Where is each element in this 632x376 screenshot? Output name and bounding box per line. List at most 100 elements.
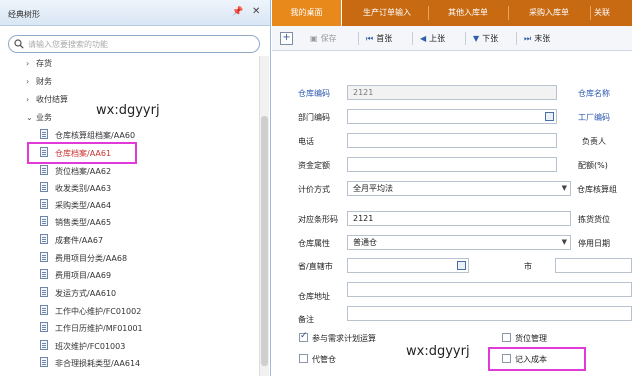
chevron-right-icon: › xyxy=(26,59,30,68)
tree-item-aa62[interactable]: 货位档案/AA62 xyxy=(40,164,111,180)
document-icon xyxy=(40,234,48,244)
barcode-field[interactable]: 2121 xyxy=(347,211,571,226)
document-icon xyxy=(40,216,48,226)
warehouse-code-field[interactable]: 2121 xyxy=(347,85,557,100)
tree-group-business[interactable]: ⌄ 业务 xyxy=(26,110,52,125)
last-icon: ⏭ xyxy=(524,34,532,43)
tab-production-order[interactable]: 生产订单输入 xyxy=(348,0,426,26)
toolbar-divider xyxy=(516,32,517,45)
next-icon: ▼ xyxy=(473,34,480,43)
capital-quota-field[interactable] xyxy=(347,157,557,172)
proxy-warehouse-label: 代管仓 xyxy=(312,355,336,364)
tab-my-desktop[interactable]: 我的桌面 xyxy=(272,0,342,26)
tab-related[interactable]: 关联 xyxy=(594,0,630,26)
tree-item-label: 非合理损耗类型/AA614 xyxy=(55,359,141,368)
document-icon xyxy=(40,305,48,315)
province-label: 省/直辖市 xyxy=(298,262,333,271)
remark-field[interactable] xyxy=(347,306,632,321)
warehouse-property-label: 仓库属性 xyxy=(298,239,330,248)
tab-other-inbound[interactable]: 其他入库单 xyxy=(430,0,506,26)
next-button[interactable]: ▼ 下张 xyxy=(473,33,498,44)
phone-label: 电话 xyxy=(298,137,314,146)
city-label: 市 xyxy=(524,262,532,271)
disable-date-label: 停用日期 xyxy=(578,239,610,248)
function-search-input[interactable]: 请输入您要搜索的功能 xyxy=(8,35,260,53)
document-icon xyxy=(40,357,48,367)
scrollbar-thumb[interactable] xyxy=(261,116,268,366)
tree-item-aa64[interactable]: 采购类型/AA64 xyxy=(40,198,111,214)
ratio-label: 配额(%) xyxy=(578,161,608,170)
checkbox-checked[interactable] xyxy=(299,331,308,342)
watermark: wx:dgyyrj xyxy=(406,344,470,359)
chevron-right-icon: › xyxy=(26,77,30,86)
chevron-right-icon: › xyxy=(26,95,30,104)
pricing-method-label: 计价方式 xyxy=(298,185,330,194)
calendar-icon[interactable] xyxy=(457,261,466,270)
tree-item-label: 发运方式/AA610 xyxy=(55,289,117,298)
tree-item-fc01003[interactable]: 班次维护/FC01003 xyxy=(40,339,125,355)
tree-group-finance[interactable]: › 财务 xyxy=(26,74,52,89)
proxy-warehouse-checkbox[interactable]: 代管仓 xyxy=(299,354,336,365)
save-label: 保存 xyxy=(320,34,337,43)
prev-button[interactable]: ◀ 上张 xyxy=(420,33,445,44)
location-mgmt-checkbox[interactable]: 货位管理 xyxy=(502,333,547,344)
add-icon[interactable]: + xyxy=(280,32,293,45)
tree-item-fc01002[interactable]: 工作中心维护/FC01002 xyxy=(40,304,141,320)
document-icon xyxy=(40,165,48,175)
tree-item-aa614[interactable]: 非合理损耗类型/AA614 xyxy=(40,356,140,372)
factory-code-label: 工厂编码 xyxy=(578,113,610,122)
close-icon[interactable]: ✕ xyxy=(252,6,260,17)
highlight-box xyxy=(27,142,137,164)
next-label: 下张 xyxy=(482,34,499,43)
tree-group-inventory[interactable]: › 存货 xyxy=(26,56,52,71)
tree-group-label: 业务 xyxy=(36,113,52,122)
city-field[interactable] xyxy=(555,258,632,273)
dept-code-field[interactable] xyxy=(347,109,557,124)
tree-item-aa610[interactable]: 发运方式/AA610 xyxy=(40,286,116,302)
address-field[interactable] xyxy=(347,282,632,297)
save-icon: ▣ xyxy=(310,34,318,43)
pricing-method-select[interactable]: 全月平均法 ▼ xyxy=(347,181,571,196)
tree-item-label: 货位档案/AA62 xyxy=(55,167,112,176)
tree-item-aa67[interactable]: 成套件/AA67 xyxy=(40,233,103,249)
tree-item-label: 班次维护/FC01003 xyxy=(55,342,126,351)
toolbar-divider xyxy=(358,32,359,45)
prev-label: 上张 xyxy=(429,34,446,43)
tab-purchase-inbound[interactable]: 采购入库单 xyxy=(510,0,588,26)
toolbar-divider xyxy=(412,32,413,45)
tree-item-label: 成套件/AA67 xyxy=(55,236,104,245)
pick-location-label: 拣货货位 xyxy=(578,215,610,224)
manager-label: 负责人 xyxy=(582,137,606,146)
document-icon xyxy=(40,199,48,209)
calendar-icon[interactable] xyxy=(545,112,554,121)
document-icon xyxy=(40,269,48,279)
barcode-label: 对应条形码 xyxy=(298,215,338,224)
tree-item-aa63[interactable]: 收发类别/AA63 xyxy=(40,181,111,197)
tree-group-label: 财务 xyxy=(36,77,52,86)
remark-label: 备注 xyxy=(298,315,314,324)
tree-scrollbar[interactable] xyxy=(259,56,269,376)
tree-group-settlement[interactable]: › 收付结算 xyxy=(26,92,68,107)
mrp-checkbox[interactable]: 参与需求计划运算 xyxy=(299,331,376,344)
chevron-down-icon: ⌄ xyxy=(26,113,33,122)
tab-divider xyxy=(508,6,509,20)
last-button[interactable]: ⏭ 末张 xyxy=(524,33,550,44)
phone-field[interactable] xyxy=(347,133,557,148)
warehouse-property-select[interactable]: 普通仓 ▼ xyxy=(347,235,571,250)
tree-item-aa69[interactable]: 费用项目/AA69 xyxy=(40,268,111,284)
pricing-method-value: 全月平均法 xyxy=(353,184,393,193)
tree-item-aa68[interactable]: 费用项目分类/AA68 xyxy=(40,251,127,267)
document-icon xyxy=(40,252,48,262)
province-field[interactable] xyxy=(347,258,469,273)
tab-divider xyxy=(590,6,591,20)
checkbox-unchecked[interactable] xyxy=(299,354,308,363)
pin-icon[interactable]: 📌 xyxy=(232,7,243,17)
save-button[interactable]: ▣ 保存 xyxy=(310,33,337,44)
tree-item-label: 工作中心维护/FC01002 xyxy=(55,307,142,316)
checkbox-unchecked[interactable] xyxy=(502,333,511,342)
search-icon xyxy=(14,39,24,49)
tree-item-mf01001[interactable]: 工作日历维护/MF01001 xyxy=(40,321,143,337)
tree-item-aa65[interactable]: 销售类型/AA65 xyxy=(40,215,111,231)
first-button[interactable]: ⏮ 首张 xyxy=(366,33,392,44)
tree-item-label: 仓库核算组档案/AA60 xyxy=(55,131,136,140)
